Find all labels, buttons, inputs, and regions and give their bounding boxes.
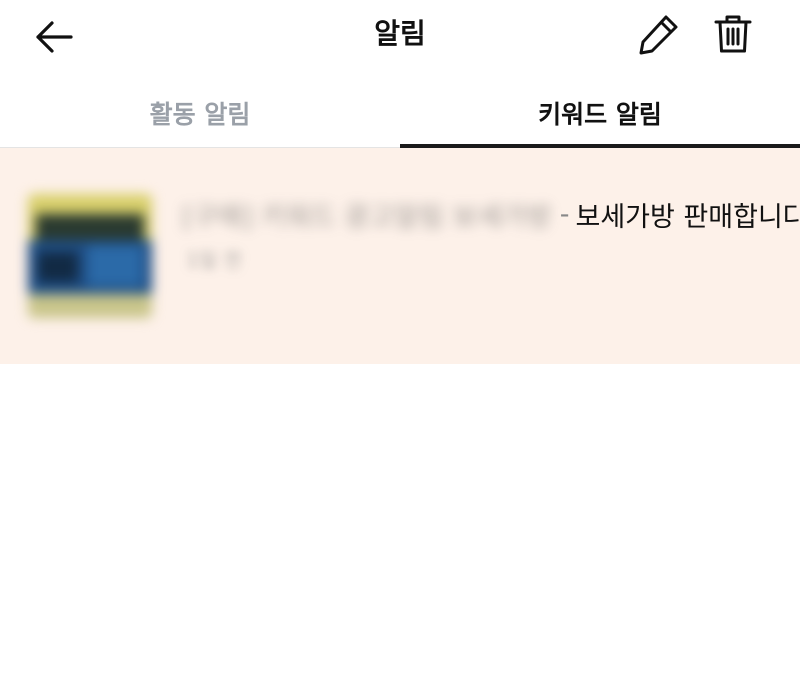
back-button[interactable]: [24, 12, 84, 62]
product-thumbnail: [28, 194, 152, 318]
notification-message: 보세가방 판매합니다.: [575, 201, 800, 233]
notification-item[interactable]: [구매] 키워드 광고알림 보세가방 - 보세가방 판매합니다. 1일 전: [0, 148, 800, 364]
notifications-screen: 알림 활동 알림 키워드 알림 [구매] 키워드 광고알림 보세가방 - 보세가…: [0, 0, 800, 689]
notification-text: [구매] 키워드 광고알림 보세가방 - 보세가방 판매합니다.: [182, 192, 800, 236]
arrow-left-icon: [36, 21, 73, 53]
notification-date: 1일 전: [186, 248, 242, 272]
tab-bar: 활동 알림 키워드 알림: [0, 78, 800, 148]
tab-keyword-notifications[interactable]: 키워드 알림: [400, 78, 800, 148]
edit-button[interactable]: [630, 8, 688, 60]
header: 알림: [0, 0, 800, 72]
pencil-icon: [639, 15, 678, 55]
notification-keyword: [구매] 키워드 광고알림 보세가방: [182, 201, 552, 233]
trash-icon: [714, 15, 752, 53]
page-title: 알림: [374, 17, 426, 50]
tab-activity-notifications[interactable]: 활동 알림: [0, 78, 400, 147]
notification-separator: -: [559, 198, 570, 230]
notification-list: [구매] 키워드 광고알림 보세가방 - 보세가방 판매합니다. 1일 전: [0, 148, 800, 364]
delete-button[interactable]: [706, 8, 760, 60]
